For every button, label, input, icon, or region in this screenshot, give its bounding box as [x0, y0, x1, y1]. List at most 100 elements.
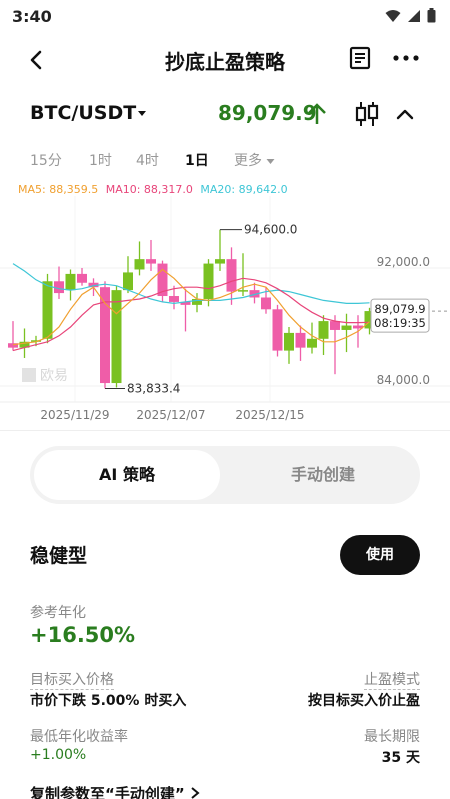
candle-countdown: 08:19:35	[374, 316, 426, 330]
tab-4h[interactable]: 4时	[136, 150, 159, 170]
watermark-logo	[22, 368, 36, 382]
candle-19	[226, 247, 237, 305]
candle-25	[295, 325, 306, 361]
tab-manual-create[interactable]: 手动创建	[230, 450, 416, 500]
x-tick-label-2: 2025/12/15	[235, 408, 304, 422]
candlestick-toggle-button[interactable]	[354, 100, 380, 128]
collapse-chart-button[interactable]	[393, 102, 417, 126]
watermark-text: 欧易	[40, 368, 68, 384]
target-buy-price-label[interactable]: 目标买入价格	[30, 669, 114, 690]
candle-body	[318, 321, 329, 339]
chevron-right-icon	[191, 787, 200, 799]
interval-tabs: 15分 1时 4时 1日 更多	[0, 150, 450, 174]
tab-1h[interactable]: 1时	[89, 150, 112, 170]
candle-27	[318, 315, 329, 356]
ma5-legend: MA5: 88,359.5	[18, 183, 99, 196]
take-profit-mode-value: 按目标买入价止盈	[308, 693, 420, 709]
candle-6	[77, 268, 87, 286]
candle-body	[65, 273, 76, 291]
candle-body	[226, 259, 237, 292]
candle-body	[341, 325, 352, 330]
reference-apy-label: 参考年化	[30, 605, 86, 621]
candle-29	[341, 313, 352, 353]
chevron-up-icon	[396, 109, 414, 120]
candle-body	[272, 309, 283, 351]
candle-body	[238, 290, 248, 292]
candle-5	[65, 269, 76, 301]
pair-selector[interactable]: BTC/USDT	[30, 102, 136, 124]
ma10-legend: MA10: 88,317.0	[105, 183, 193, 196]
candle-body	[261, 297, 271, 310]
candle-18	[215, 229, 225, 271]
document-button[interactable]	[346, 44, 374, 72]
candle-body	[295, 332, 306, 348]
battery-icon	[427, 8, 436, 23]
low-annotation: 83,833.4	[127, 381, 180, 395]
high-annotation: 94,600.0	[244, 223, 297, 237]
candle-body	[146, 259, 156, 264]
document-icon	[349, 46, 371, 70]
candle-body	[42, 281, 53, 339]
min-yield-label: 最低年化收益率	[30, 729, 128, 745]
target-buy-price-label-text: 目标买入价格	[30, 672, 114, 690]
candle-body	[284, 332, 294, 351]
take-profit-mode-label[interactable]: 止盈模式	[364, 669, 420, 690]
candle-23	[272, 304, 283, 357]
copy-params-text: 复制参数至“手动创建”	[30, 785, 185, 799]
ma20-legend: MA20: 89,642.0	[200, 183, 288, 196]
candle-body	[215, 259, 225, 264]
status-bar: 3:40	[0, 0, 450, 34]
strategy-name: 稳健型	[30, 545, 88, 567]
candlestick-icon	[355, 102, 379, 126]
x-tick-label-0: 2025/11/29	[40, 408, 109, 422]
min-yield-value: +1.00%	[30, 747, 87, 763]
target-buy-price-value: 市价下跌 5.00% 时买入	[30, 693, 187, 709]
page-title: 抄底止盈策略	[165, 50, 285, 74]
candle-13	[157, 260, 168, 302]
tab-more[interactable]: 更多	[234, 150, 275, 170]
pair-row: BTC/USDT 89,079.9	[0, 96, 450, 132]
signal-icon	[408, 9, 420, 22]
candle-15	[180, 288, 191, 332]
tab-15m[interactable]: 15分	[30, 150, 62, 170]
nav-bar: 抄底止盈策略	[0, 38, 450, 82]
y-tick-label-0: 92,000.0	[377, 255, 430, 269]
status-icons	[385, 8, 436, 23]
tab-more-label: 更多	[234, 153, 262, 169]
chart-divider	[0, 430, 450, 431]
candle-body	[134, 259, 145, 270]
more-dots-icon	[393, 55, 419, 61]
current-price-label: 89,079.9	[374, 302, 425, 316]
candle-4	[54, 266, 64, 299]
wifi-icon	[385, 9, 401, 22]
tab-ai-strategy[interactable]: AI 策略	[34, 450, 220, 500]
y-tick-label-1: 84,000.0	[377, 373, 430, 387]
okx-watermark: 欧易	[22, 368, 68, 384]
candle-0	[8, 321, 18, 351]
candlestick-chart[interactable]: 欧易 92,000.0 84,000.0 2025/11/29 2025/12/07 20…	[0, 196, 450, 430]
candle-body	[169, 296, 179, 302]
arrow-up-icon	[308, 103, 326, 124]
ma-legend: MA5: 88,359.5 MA10: 88,317.0 MA20: 89,64…	[18, 183, 292, 196]
candle-body	[77, 273, 87, 283]
last-price: 89,079.9	[218, 101, 317, 125]
caret-down-icon[interactable]	[137, 110, 147, 118]
candle-28	[330, 315, 340, 375]
caret-down-icon	[266, 159, 275, 164]
candle-11	[134, 241, 145, 276]
candle-body	[111, 290, 122, 384]
candle-24	[284, 327, 294, 364]
max-period-label: 最长期限	[364, 729, 420, 745]
more-button[interactable]	[390, 44, 422, 72]
candle-body	[123, 272, 133, 291]
use-button[interactable]: 使用	[340, 535, 420, 575]
take-profit-mode-label-text: 止盈模式	[364, 672, 420, 690]
copy-params-link[interactable]: 复制参数至“手动创建”	[30, 783, 200, 799]
status-time: 3:40	[12, 7, 52, 26]
candle-10	[123, 256, 133, 294]
tab-1d[interactable]: 1日	[185, 150, 209, 170]
strategy-mode-switch: AI 策略 手动创建	[30, 446, 420, 504]
candle-body	[307, 338, 317, 348]
max-period-value: 35 天	[381, 750, 420, 766]
candle-body	[330, 321, 340, 330]
